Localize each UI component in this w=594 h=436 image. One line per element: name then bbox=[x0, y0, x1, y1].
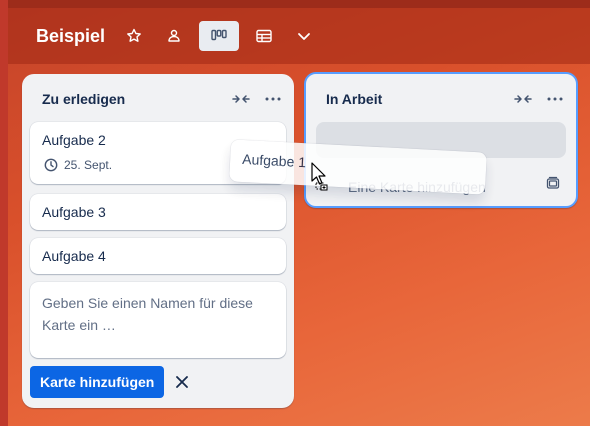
chevron-down-icon bbox=[298, 33, 310, 40]
card-item[interactable]: Aufgabe 4 bbox=[30, 238, 286, 274]
board-edge bbox=[0, 0, 8, 426]
top-band bbox=[0, 0, 590, 8]
card-title: Aufgabe 1 bbox=[241, 150, 307, 171]
star-button[interactable] bbox=[119, 21, 149, 51]
list-header: Zu erledigen bbox=[22, 74, 294, 124]
more-icon bbox=[265, 97, 281, 101]
more-icon bbox=[547, 97, 563, 101]
add-card-button[interactable]: Karte hinzufügen bbox=[30, 366, 165, 398]
collapse-icon bbox=[514, 95, 532, 103]
create-from-template-button[interactable] bbox=[546, 176, 560, 195]
due-date-badge[interactable]: 25. Sept. bbox=[44, 158, 112, 172]
list-header: In Arbeit bbox=[306, 74, 576, 124]
card-title: Aufgabe 2 bbox=[42, 132, 106, 148]
cancel-composer-button[interactable] bbox=[170, 370, 194, 394]
list-title[interactable]: Zu erledigen bbox=[42, 91, 230, 107]
visibility-button[interactable] bbox=[159, 21, 189, 51]
due-date-text: 25. Sept. bbox=[64, 158, 113, 172]
table-view-button[interactable] bbox=[249, 21, 279, 51]
close-icon bbox=[176, 376, 188, 388]
card-title: Aufgabe 4 bbox=[42, 248, 106, 264]
more-views-button[interactable] bbox=[289, 21, 319, 51]
card-composer bbox=[30, 282, 286, 358]
template-icon bbox=[546, 176, 560, 189]
card-title: Aufgabe 3 bbox=[42, 204, 106, 220]
star-icon bbox=[127, 28, 141, 42]
card-item[interactable]: Aufgabe 3 bbox=[30, 194, 286, 230]
window-right-edge bbox=[590, 0, 594, 436]
board-view-button[interactable] bbox=[199, 21, 240, 51]
card-title-input[interactable] bbox=[30, 282, 286, 358]
table-view-icon bbox=[256, 29, 272, 43]
collapse-icon bbox=[232, 95, 250, 103]
board-header: Beispiel bbox=[8, 8, 590, 64]
board-view-icon bbox=[211, 29, 227, 41]
collapse-list-button[interactable] bbox=[512, 88, 534, 110]
list-menu-button[interactable] bbox=[262, 88, 284, 110]
window-bottom-edge bbox=[0, 426, 594, 436]
list-title[interactable]: In Arbeit bbox=[326, 91, 512, 107]
people-icon bbox=[168, 29, 180, 42]
list-todo: Zu erledigen Aufgabe 2 25. Sept. Aufgabe… bbox=[22, 74, 294, 408]
list-menu-button[interactable] bbox=[544, 88, 566, 110]
board-canvas: Beispiel Zu erledigen Aufgabe 2 25. Sept… bbox=[0, 0, 590, 426]
collapse-list-button[interactable] bbox=[230, 88, 252, 110]
board-title[interactable]: Beispiel bbox=[36, 26, 105, 47]
clock-icon bbox=[44, 158, 58, 172]
pointer-cursor-icon bbox=[311, 162, 328, 191]
